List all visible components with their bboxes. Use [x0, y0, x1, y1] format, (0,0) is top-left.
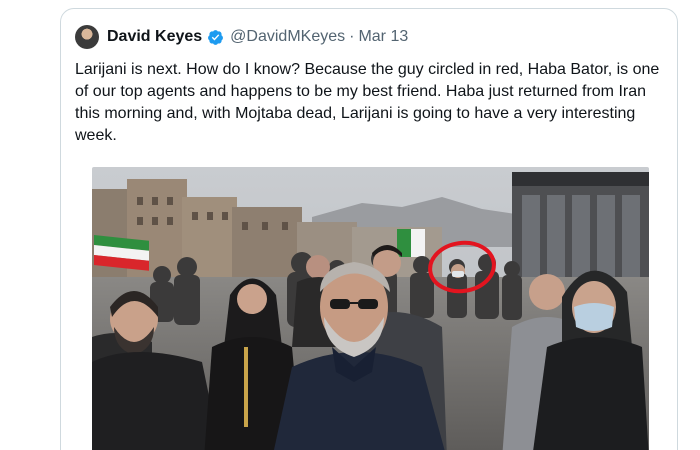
tweet-date[interactable]: Mar 13	[358, 28, 408, 46]
handle[interactable]: @DavidMKeyes	[230, 28, 345, 46]
tweet-card[interactable]: David Keyes @DavidMKeyes · Mar 13 Larija…	[60, 8, 678, 450]
tweet-header: David Keyes @DavidMKeyes · Mar 13	[75, 23, 408, 51]
avatar[interactable]	[75, 25, 99, 49]
separator-dot: ·	[349, 28, 355, 45]
page: David Keyes @DavidMKeyes · Mar 13 Larija…	[0, 0, 700, 450]
display-name[interactable]: David Keyes	[107, 28, 202, 46]
tweet-photo[interactable]	[92, 167, 649, 450]
verified-badge-icon	[208, 29, 224, 45]
tweet-text: Larijani is next. How do I know? Because…	[75, 61, 660, 144]
crowd-photo-image	[92, 167, 649, 450]
